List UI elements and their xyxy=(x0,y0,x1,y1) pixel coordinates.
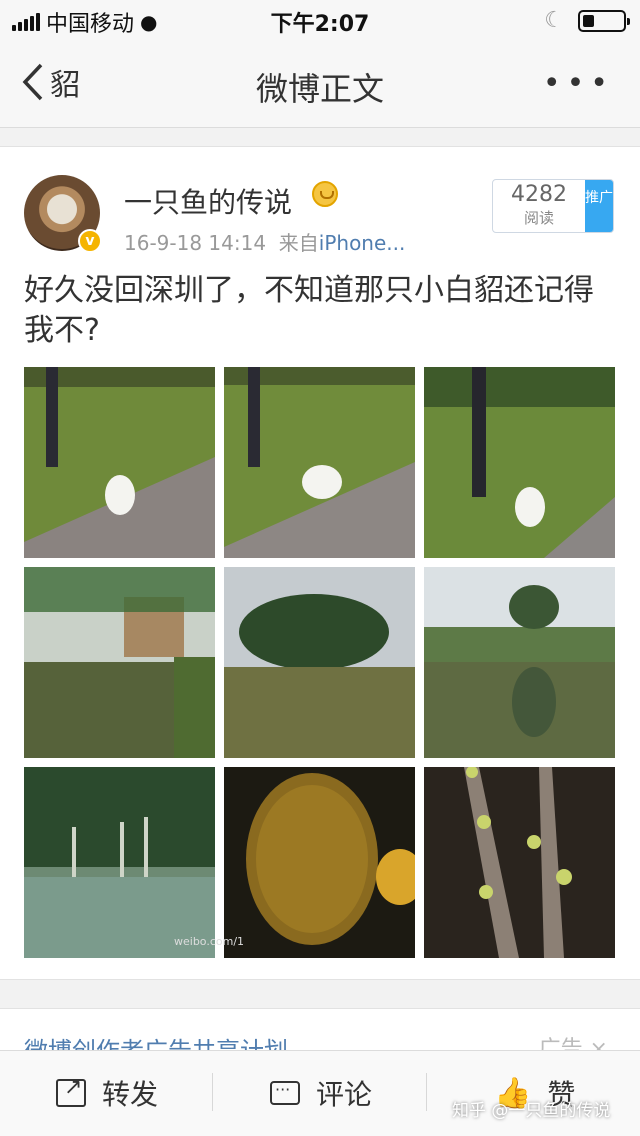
username[interactable]: 一只鱼的传说 xyxy=(124,181,292,221)
photo-thumbnail[interactable] xyxy=(224,767,415,958)
photo-thumbnail[interactable] xyxy=(424,767,615,958)
reads-count: 4282 xyxy=(511,182,567,207)
reads-label: 阅读 xyxy=(523,209,554,227)
bottom-toolbar: 转发 评论 👍 赞 xyxy=(0,1050,640,1136)
more-icon[interactable]: ••• xyxy=(543,66,614,101)
photo-thumbnail[interactable] xyxy=(224,367,415,558)
photo-grid: weibo.com/1 xyxy=(24,367,616,959)
comment-icon xyxy=(270,1080,300,1105)
repost-button[interactable]: 转发 xyxy=(56,1073,158,1113)
vip-icon[interactable] xyxy=(312,181,338,207)
post-source[interactable]: iPhone... xyxy=(319,231,406,255)
post-timestamp: 16-9-18 14:14 xyxy=(124,231,267,255)
photo-thumbnail[interactable] xyxy=(24,767,215,958)
repost-icon xyxy=(56,1075,86,1107)
photo-thumbnail[interactable] xyxy=(24,567,215,758)
reads-box[interactable]: 4282 阅读 推广 xyxy=(492,179,614,233)
verified-badge-icon: v xyxy=(78,229,102,253)
photo-thumbnail[interactable] xyxy=(424,567,615,758)
comment-button[interactable]: 评论 xyxy=(270,1073,372,1113)
repost-label: 转发 xyxy=(102,1078,159,1111)
photo-thumbnail[interactable] xyxy=(224,567,415,758)
post-meta: 16-9-18 14:14 来自iPhone... xyxy=(124,227,405,256)
moon-icon: ☾ xyxy=(544,8,564,33)
battery-icon xyxy=(578,9,630,32)
image-watermark: weibo.com/1 xyxy=(174,935,245,948)
toolbar-divider xyxy=(426,1073,427,1111)
post-card: v 一只鱼的传说 16-9-18 14:14 来自iPhone... 4282 … xyxy=(0,146,640,980)
comment-label: 评论 xyxy=(316,1078,373,1111)
nav-bar: 貂 微博正文 ••• xyxy=(0,40,640,128)
footer-watermark: 知乎 @一只鱼的传说 xyxy=(452,1101,611,1121)
toolbar-divider xyxy=(212,1073,213,1111)
status-bar: 中国移动 ● 下午2:07 ☾ xyxy=(0,0,640,40)
photo-thumbnail[interactable] xyxy=(424,367,615,558)
photo-thumbnail[interactable] xyxy=(24,367,215,558)
promote-button[interactable]: 推广 xyxy=(585,180,613,232)
source-prefix: 来自 xyxy=(278,231,319,255)
post-text: 好久没回深圳了，不知道那只小白貂还记得我不? xyxy=(24,273,594,348)
